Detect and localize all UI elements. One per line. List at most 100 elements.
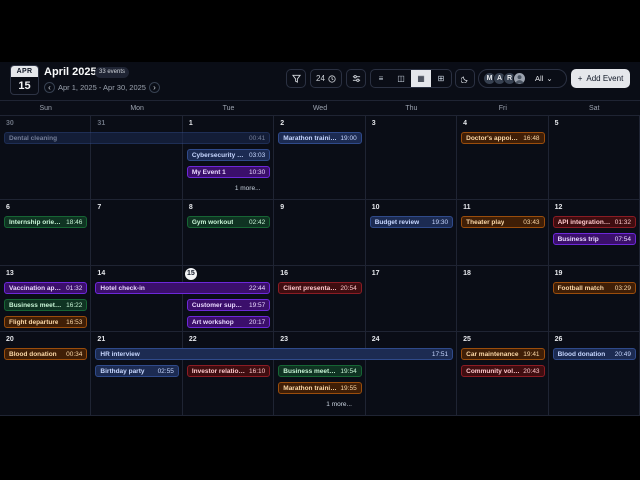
day-number[interactable]: 24 (372, 336, 380, 343)
filter-button[interactable] (286, 69, 306, 88)
day-number[interactable]: 30 (6, 120, 14, 127)
event-chip[interactable]: Car maintenance 19:41 (461, 348, 545, 360)
day-number[interactable]: 2 (280, 120, 284, 127)
event-chip[interactable]: API integration u... 01:32 (552, 216, 636, 228)
event-chip[interactable]: Marathon training 19:55 (278, 382, 362, 394)
day-number[interactable]: 17 (372, 270, 380, 277)
day-cell[interactable]: 14 (91, 266, 183, 332)
day-number[interactable]: 11 (463, 204, 470, 211)
day-number[interactable]: 19 (555, 270, 563, 277)
moon-icon (461, 76, 468, 83)
day-number[interactable]: 14 (97, 270, 105, 277)
day-number[interactable]: 31 (97, 120, 105, 127)
event-chip[interactable]: Client presentation 20:54 (278, 282, 362, 294)
hour-format-button[interactable]: 24 (310, 69, 342, 88)
day-cell[interactable]: 31 (91, 116, 183, 200)
add-event-button[interactable]: + Add Event (571, 69, 630, 88)
more-events-link[interactable]: 1 more... (235, 185, 261, 192)
agenda-view-button[interactable]: ≡ (371, 70, 391, 87)
day-cell[interactable]: 26 (548, 332, 640, 416)
day-cell[interactable]: 10 (365, 200, 458, 266)
event-chip[interactable]: Blood donation 20:49 (552, 348, 636, 360)
event-chip[interactable]: Dental cleaning 00:41 (4, 132, 271, 144)
event-chip[interactable]: Flight departure 16:53 (4, 316, 88, 328)
event-chip[interactable]: Gym workout 02:42 (186, 216, 271, 228)
avatar[interactable] (513, 72, 526, 85)
day-cell[interactable]: 30 (0, 116, 92, 200)
event-time: 19:00 (340, 134, 357, 142)
previous-month-button[interactable]: ‹ (44, 81, 55, 93)
day-number[interactable]: 10 (372, 204, 380, 211)
day-cell[interactable]: 4 (457, 116, 549, 200)
event-title: Dental cleaning (9, 134, 58, 142)
day-cell[interactable]: 18 (457, 266, 549, 332)
day-cell[interactable]: 5 (548, 116, 640, 200)
month-view-button[interactable]: ▦ (411, 70, 431, 87)
event-chip[interactable]: Football match 03:29 (552, 282, 636, 294)
next-month-button[interactable]: › (148, 81, 160, 93)
day-cell[interactable]: 24 (365, 332, 458, 416)
day-number[interactable]: 16 (280, 270, 288, 277)
user-filter[interactable]: M A R All ⌄ (478, 69, 567, 88)
day-number[interactable]: 20 (6, 336, 14, 343)
year-view-button[interactable]: ⊞ (431, 70, 451, 87)
day-cell[interactable]: 9 (274, 200, 366, 266)
today-day-number[interactable]: 15 (184, 268, 197, 280)
day-cell[interactable]: 20 (0, 332, 92, 416)
day-number[interactable]: 9 (280, 204, 284, 211)
event-chip[interactable]: Business meeting 19:54 (278, 365, 362, 377)
event-chip[interactable]: Business trip 07:54 (552, 233, 636, 245)
day-cell[interactable]: 19 (548, 266, 640, 332)
event-chip[interactable]: Vaccination appoi...01:32 (4, 282, 88, 294)
more-events-link[interactable]: 1 more... (326, 401, 352, 408)
day-cell[interactable]: 7 (91, 200, 183, 266)
day-number[interactable]: 3 (372, 120, 376, 127)
week-view-button[interactable]: ◫ (391, 70, 411, 87)
day-cell[interactable]: 11 (457, 200, 549, 266)
event-chip[interactable]: Marathon training 19:00 (278, 132, 362, 144)
today-date-badge[interactable]: APR 15 (10, 65, 39, 95)
event-chip[interactable]: Cybersecurity audit03:03 (186, 149, 271, 161)
event-chip[interactable]: Birthday party 02:55 (95, 365, 179, 377)
day-cell[interactable]: 6 (0, 200, 92, 266)
day-cell[interactable]: 16 (274, 266, 366, 332)
event-chip[interactable]: Blood donation 00:34 (4, 348, 88, 360)
day-number[interactable]: 6 (6, 204, 10, 211)
day-number[interactable]: 1 (189, 120, 193, 127)
event-chip[interactable]: Theater play 03:43 (461, 216, 545, 228)
day-number[interactable]: 7 (97, 204, 101, 211)
day-number[interactable]: 21 (97, 336, 105, 343)
event-title: Marathon training (283, 384, 338, 392)
day-cell[interactable]: 8 (182, 200, 275, 266)
event-chip[interactable]: Doctor's appoint... 16:48 (461, 132, 545, 144)
day-number[interactable]: 23 (280, 336, 288, 343)
event-title: Client presentation (283, 284, 338, 292)
day-cell[interactable]: 17 (365, 266, 458, 332)
day-number[interactable]: 18 (463, 270, 471, 277)
day-number[interactable]: 26 (555, 336, 563, 343)
day-number[interactable]: 4 (463, 120, 467, 127)
event-chip[interactable]: Community volu... 20:43 (461, 365, 545, 377)
day-number[interactable]: 13 (6, 270, 14, 277)
theme-toggle-button[interactable] (455, 69, 475, 88)
event-chip[interactable]: Customer suppor... 19:57 (186, 299, 271, 311)
event-chip[interactable]: Art workshop 20:17 (186, 316, 271, 328)
event-chip[interactable]: Budget review 19:30 (369, 216, 454, 228)
event-chip[interactable]: Internship orient... 18:46 (4, 216, 88, 228)
day-number[interactable]: 8 (189, 204, 193, 211)
settings-button[interactable] (346, 69, 366, 88)
day-cell[interactable]: 3 (365, 116, 458, 200)
badge-day: 15 (18, 80, 31, 92)
day-number[interactable]: 12 (555, 204, 563, 211)
event-chip[interactable]: Investor relations... 16:10 (186, 365, 271, 377)
day-cell[interactable]: 2 (274, 116, 366, 200)
day-number[interactable]: 25 (463, 336, 471, 343)
day-number[interactable]: 22 (189, 336, 197, 343)
user-filter-select[interactable]: All ⌄ (535, 74, 553, 83)
event-chip[interactable]: Business meeting 16:22 (4, 299, 88, 311)
event-chip[interactable]: Hotel check-in 22:44 (95, 282, 271, 294)
event-chip[interactable]: My Event 1 10:30 (186, 166, 271, 178)
day-number[interactable]: 5 (555, 120, 559, 127)
event-chip[interactable]: HR interview 17:51 (95, 348, 454, 360)
event-time: 18:46 (66, 218, 83, 226)
